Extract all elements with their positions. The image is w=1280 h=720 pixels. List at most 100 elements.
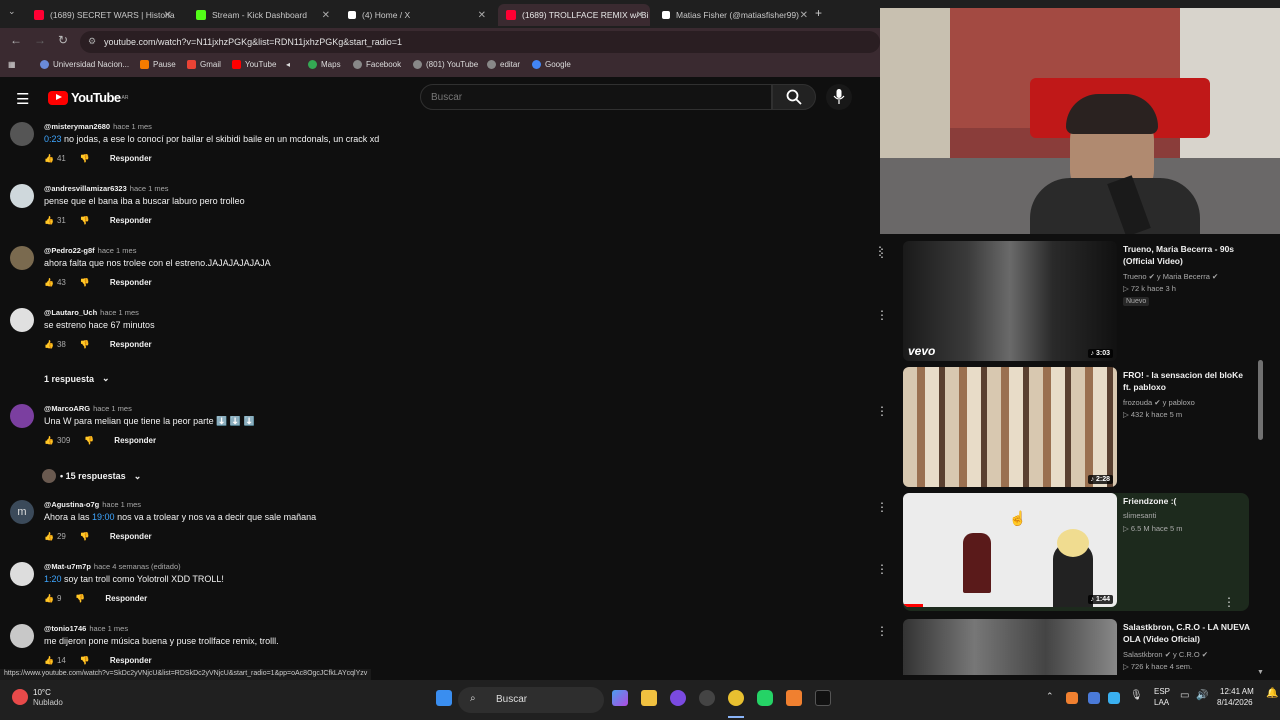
comment-author[interactable]: @Lautaro_Uch xyxy=(44,308,97,317)
tab-2[interactable]: Stream - Kick Dashboard ✕ xyxy=(188,4,336,26)
new-tab-button[interactable]: + xyxy=(815,6,822,20)
address-bar[interactable]: ⚙ youtube.com/watch?v=N11jxhzPGKg&list=R… xyxy=(80,31,880,53)
language-indicator[interactable]: ESP xyxy=(1154,687,1170,696)
timestamp-link[interactable]: 1:20 xyxy=(44,574,62,584)
back-icon[interactable]: ← xyxy=(10,33,22,47)
chevron-left-icon[interactable]: ◂ xyxy=(286,60,290,69)
keyboard-layout[interactable]: LAA xyxy=(1154,698,1169,707)
video-channel[interactable]: frozouda ✔ y pabloxo xyxy=(1123,398,1195,407)
thumbs-down-icon[interactable]: 👎 xyxy=(80,216,90,225)
avatar[interactable] xyxy=(10,624,34,648)
bookmark-maps[interactable]: Maps xyxy=(308,60,341,69)
thumbs-up-icon[interactable]: 👍 xyxy=(44,340,54,349)
reply-button[interactable]: Responder xyxy=(110,216,152,225)
tab-list-icon[interactable]: ⌄ xyxy=(8,6,16,17)
comment-author[interactable]: @misteryman2680 xyxy=(44,122,110,131)
mic-icon[interactable]: 🎙 xyxy=(1130,690,1143,701)
avatar[interactable] xyxy=(10,404,34,428)
scrollbar-thumb[interactable] xyxy=(1258,360,1263,440)
avatar[interactable] xyxy=(10,184,34,208)
forward-icon[interactable]: → xyxy=(34,33,46,47)
youtube-logo[interactable]: YouTube AR xyxy=(48,90,128,105)
thumbs-down-icon[interactable]: 👎 xyxy=(80,340,90,349)
weather-desc[interactable]: Nublado xyxy=(33,698,63,707)
tab-3[interactable]: (4) Home / X ✕ xyxy=(340,4,492,26)
windows-start-icon[interactable] xyxy=(436,690,452,706)
tray-app-icon[interactable] xyxy=(1066,692,1078,704)
discord-icon[interactable] xyxy=(670,690,686,706)
tray-app-icon[interactable] xyxy=(1108,692,1120,704)
video-channel[interactable]: Trueno ✔ y Maria Becerra ✔ xyxy=(1123,272,1218,281)
comment-time[interactable]: hace 1 mes xyxy=(102,500,141,509)
tab-4-active[interactable]: (1689) TROLLFACE REMIX w/ Bi ✕ xyxy=(498,4,650,26)
close-icon[interactable]: ✕ xyxy=(322,10,330,21)
video-title[interactable]: Salastkbron, C.R.O - LA NUEVA OLA (Video… xyxy=(1123,621,1251,645)
clock-time[interactable]: 12:41 AM xyxy=(1220,687,1254,696)
search-input[interactable]: Buscar xyxy=(420,84,772,110)
video-item-hovered[interactable]: ♪ 1:44 Friendzone :( slimesanti ▷ 6.5 M … xyxy=(903,493,1249,611)
bookmark-universidad[interactable]: Universidad Nacion... xyxy=(40,60,129,69)
comment-author[interactable]: @andresvillamizar6323 xyxy=(44,184,127,193)
video-thumbnail[interactable]: ♪ 2:28 xyxy=(903,367,1117,487)
more-options-icon[interactable]: ⋮ xyxy=(876,500,888,514)
more-options-icon[interactable]: ⋮ xyxy=(874,244,886,258)
reply-button[interactable]: Responder xyxy=(114,436,156,445)
app-icon[interactable] xyxy=(786,690,802,706)
comment-time[interactable]: hace 1 mes xyxy=(98,246,137,255)
video-item[interactable]: vevo ♪ 3:03 Trueno, Maria Becerra - 90s … xyxy=(903,241,1253,361)
avatar[interactable]: m xyxy=(10,500,34,524)
reply-button[interactable]: Responder xyxy=(110,532,152,541)
close-icon[interactable]: ✕ xyxy=(478,10,486,21)
bookmark-google[interactable]: Google xyxy=(532,60,571,69)
reply-button[interactable]: Responder xyxy=(110,656,152,665)
video-item[interactable]: ♪ 2:28 FRO! - la sensacion del bloKe ft.… xyxy=(903,367,1253,487)
comment-time[interactable]: hace 1 mes xyxy=(89,624,128,633)
comment-time[interactable]: hace 1 mes xyxy=(93,404,132,413)
bookmark-gmail[interactable]: Gmail xyxy=(187,60,221,69)
video-channel[interactable]: Salastkbron ✔ y C.R.O ✔ xyxy=(1123,650,1208,659)
file-explorer-icon[interactable] xyxy=(641,690,657,706)
thumbs-down-icon[interactable]: 👎 xyxy=(80,532,90,541)
close-icon[interactable]: ✕ xyxy=(164,10,172,21)
thumbs-down-icon[interactable]: 👎 xyxy=(80,278,90,287)
weather-temp[interactable]: 10°C xyxy=(33,688,51,697)
search-button[interactable] xyxy=(772,84,816,110)
more-options-icon[interactable]: ⋮ xyxy=(876,308,888,322)
comment-time[interactable]: hace 1 mes xyxy=(113,122,152,131)
avatar[interactable] xyxy=(10,122,34,146)
tab-5[interactable]: Matias Fisher (@matiasfisher99) ✕ xyxy=(654,4,814,26)
video-item[interactable]: Salastkbron, C.R.O - LA NUEVA OLA (Video… xyxy=(903,619,1253,675)
chevron-up-icon[interactable]: ⌃ xyxy=(1046,691,1054,702)
comment-author[interactable]: @Pedro22-g8f xyxy=(44,246,95,255)
thumbs-up-icon[interactable]: 👍 xyxy=(44,278,54,287)
more-options-icon[interactable]: ⋮ xyxy=(876,624,888,638)
bookmark-facebook[interactable]: Facebook xyxy=(353,60,401,69)
video-title[interactable]: Trueno, Maria Becerra - 90s (Official Vi… xyxy=(1123,243,1251,267)
reply-button[interactable]: Responder xyxy=(110,154,152,163)
reply-button[interactable]: Responder xyxy=(105,594,147,603)
video-thumbnail[interactable]: vevo ♪ 3:03 xyxy=(903,241,1117,361)
volume-icon[interactable]: 🔊 xyxy=(1196,690,1208,701)
timestamp-link[interactable]: 19:00 xyxy=(92,512,115,522)
timestamp-link[interactable]: 0:23 xyxy=(44,134,62,144)
thumbs-up-icon[interactable]: 👍 xyxy=(44,594,54,603)
thumbs-up-icon[interactable]: 👍 xyxy=(44,656,54,665)
bookmark-youtube-801[interactable]: (801) YouTube xyxy=(413,60,478,69)
thumbs-down-icon[interactable]: 👎 xyxy=(80,154,90,163)
apps-icon[interactable]: ▦ xyxy=(8,60,16,69)
more-options-icon[interactable]: ⋮ xyxy=(1223,595,1235,609)
thumbs-down-icon[interactable]: 👎 xyxy=(75,594,85,603)
comment-time[interactable]: hace 4 semanas (editado) xyxy=(94,562,181,571)
video-thumbnail[interactable] xyxy=(903,619,1117,675)
tray-app-icon[interactable] xyxy=(1088,692,1100,704)
network-icon[interactable]: ▭ xyxy=(1180,690,1189,701)
comment-author[interactable]: @Mat-u7m7p xyxy=(44,562,91,571)
thumbs-down-icon[interactable]: 👎 xyxy=(84,436,94,445)
site-info-icon[interactable]: ⚙ xyxy=(88,36,96,47)
comment-author[interactable]: @Agustina-o7g xyxy=(44,500,99,509)
thumbs-down-icon[interactable]: 👎 xyxy=(80,656,90,665)
voice-search-button[interactable] xyxy=(826,84,852,110)
comment-time[interactable]: hace 1 mes xyxy=(100,308,139,317)
obs-icon[interactable] xyxy=(699,690,715,706)
bookmark-pause[interactable]: Pause xyxy=(140,60,176,69)
